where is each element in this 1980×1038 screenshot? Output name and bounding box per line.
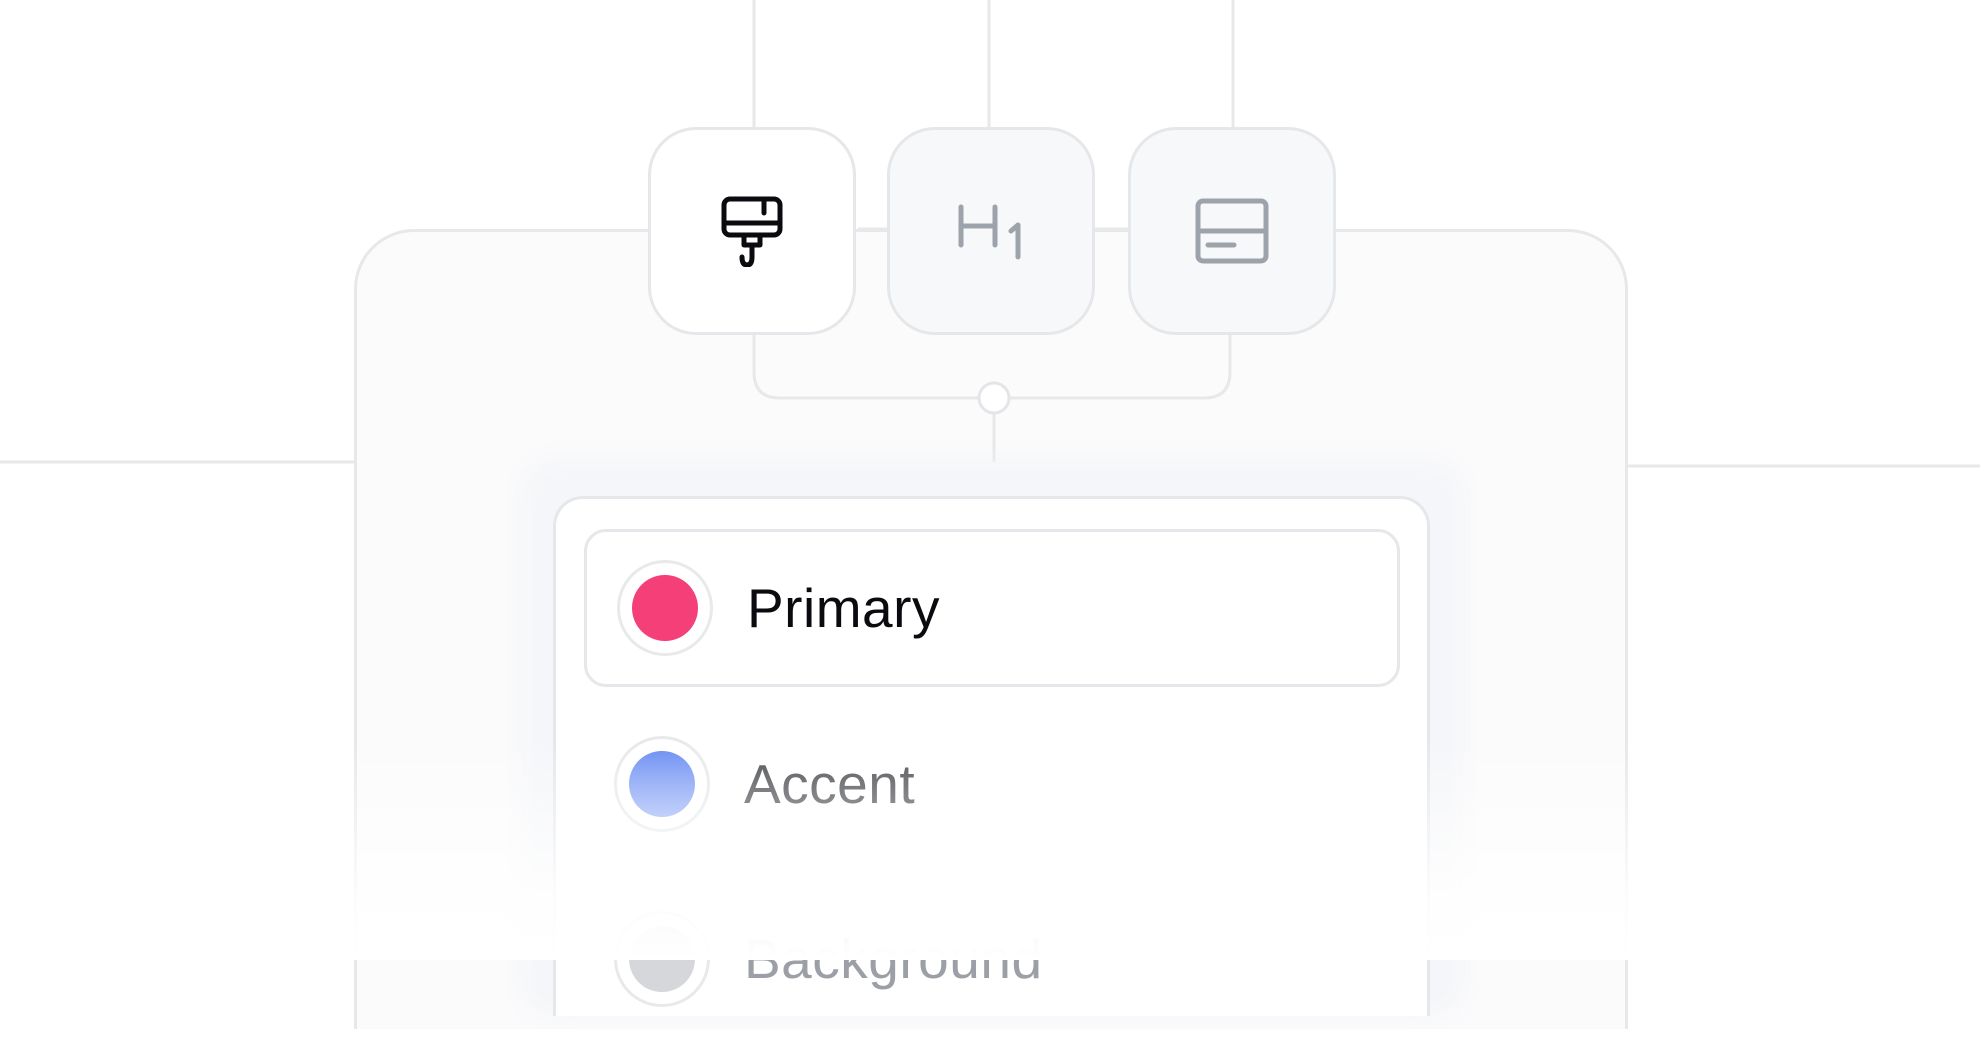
connector-line <box>752 335 978 400</box>
layout-icon <box>1195 198 1269 264</box>
swatch-ring <box>617 560 713 656</box>
primary-swatch <box>632 575 698 641</box>
color-option-primary[interactable]: Primary <box>584 529 1400 687</box>
heading-1-icon <box>958 204 1021 260</box>
paint-brush-icon <box>721 196 783 267</box>
background-swatch <box>629 926 695 992</box>
connector-line <box>1010 335 1232 400</box>
heading-1-button[interactable] <box>887 127 1095 335</box>
color-option-background[interactable]: Background <box>584 880 1400 1038</box>
accent-swatch <box>629 751 695 817</box>
swatch-ring <box>614 736 710 832</box>
color-option-accent[interactable]: Accent <box>584 705 1400 863</box>
option-label: Background <box>744 928 1043 990</box>
theme-editor-canvas: Primary Accent Background <box>0 0 1980 1029</box>
paint-brush-button[interactable] <box>648 127 856 335</box>
option-label: Primary <box>747 577 940 639</box>
swatch-ring <box>614 911 710 1007</box>
connector-node <box>977 381 1011 415</box>
layout-button[interactable] <box>1128 127 1336 335</box>
option-label: Accent <box>744 753 916 815</box>
